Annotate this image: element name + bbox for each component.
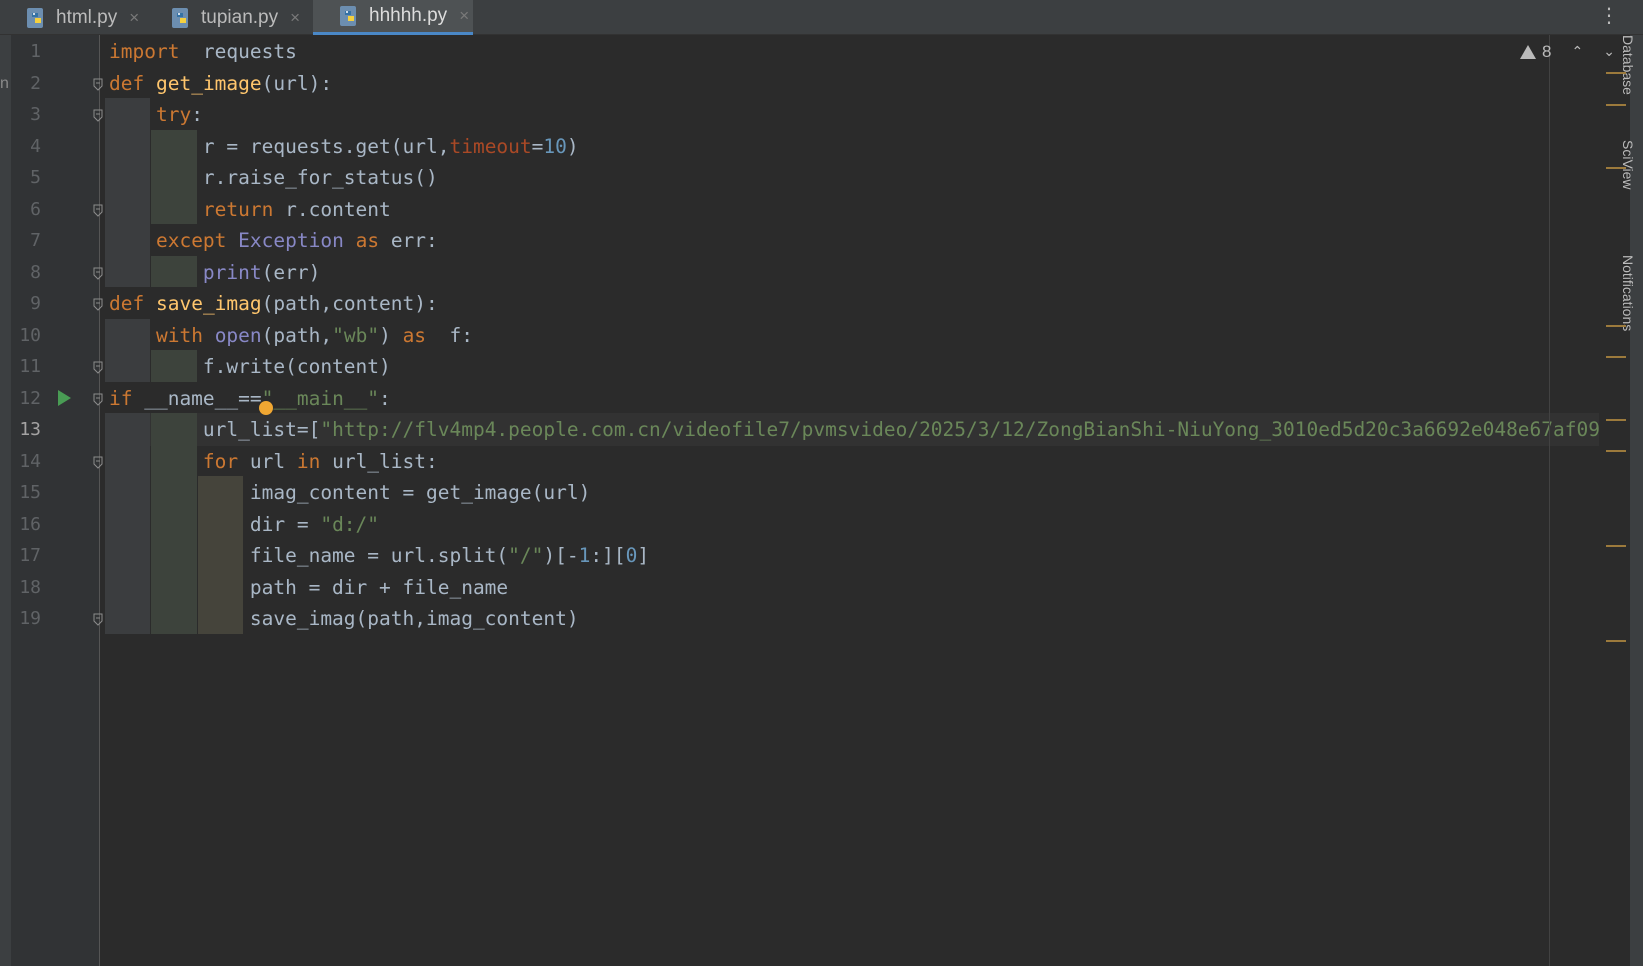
line-number: 13 [19,419,41,440]
tab-hhhhh-py[interactable]: hhhhh.py × [313,0,473,35]
warning-count: 8 [1542,42,1552,61]
inspection-widget[interactable]: 8 ⌃ ⌄ [1520,42,1615,62]
code-line[interactable]: def get_image(url): [109,67,332,100]
python-file-icon [340,6,356,26]
line-number: 19 [19,608,41,629]
tab-options-menu-icon[interactable]: ⋮ [1599,4,1619,26]
tab-label: hhhhh.py [369,5,448,26]
fold-marker-icon[interactable] [93,204,103,217]
left-tool-strip: n [0,35,11,966]
line-number: 7 [30,230,41,251]
line-number: 4 [30,135,41,157]
tab-tupian-py[interactable]: tupian.py × [145,0,310,35]
warning-stripe-mark[interactable] [1606,325,1626,327]
line-number: 2 [30,72,41,94]
tab-close-icon[interactable]: × [129,8,139,28]
left-strip-label: n [0,75,9,92]
database-tool-button[interactable]: Database [1620,35,1636,95]
previous-highlight-icon[interactable]: ⌃ [1571,44,1583,60]
fold-marker-icon[interactable] [93,78,103,91]
fold-marker-icon[interactable] [93,393,103,406]
sciview-tool-button[interactable]: SciView [1620,140,1636,190]
line-number: 5 [30,167,41,188]
code-line[interactable]: path = dir + file_name [109,571,508,604]
code-line[interactable]: f.write(content) [109,350,391,383]
code-line[interactable]: with open(path,"wb") as f: [109,319,473,352]
code-line[interactable]: r.raise_for_status() [109,161,438,194]
line-number: 12 [19,387,41,409]
line-number: 9 [30,293,41,314]
line-number: 16 [19,513,41,535]
code-line[interactable]: url_list=["http://flv4mp4.people.com.cn/… [109,413,1600,446]
code-line[interactable]: print(err) [109,256,320,289]
tab-close-icon[interactable]: × [290,8,300,28]
warning-stripe-mark[interactable] [1606,640,1626,642]
fold-marker-icon[interactable] [93,456,103,469]
intention-bulb-icon[interactable] [259,401,273,415]
code-line[interactable]: file_name = url.split("/")[-1:][0] [109,539,649,572]
fold-marker-icon[interactable] [93,361,103,374]
warning-stripe-mark[interactable] [1606,104,1626,106]
right-margin-guide [1549,35,1550,966]
code-line[interactable]: import requests [109,35,297,68]
code-editor[interactable]: import requests def get_image(url): try: … [105,35,1600,966]
python-file-icon [27,7,43,28]
line-number: 17 [19,545,41,566]
warning-stripe-mark[interactable] [1606,356,1626,358]
code-line[interactable]: imag_content = get_image(url) [109,476,590,509]
warning-icon [1520,45,1536,59]
code-line[interactable]: def save_imag(path,content): [109,287,438,320]
fold-marker-icon[interactable] [93,267,103,280]
warning-stripe-mark[interactable] [1606,419,1626,421]
fold-marker-icon[interactable] [93,109,103,122]
tab-close-icon[interactable]: × [459,6,469,26]
line-number: 15 [19,482,41,503]
warning-stripe-mark[interactable] [1606,545,1626,547]
line-number: 3 [30,104,41,125]
line-number: 14 [19,450,41,472]
right-tool-strip: Database SciView Notifications [1620,35,1643,966]
next-highlight-icon[interactable]: ⌄ [1603,44,1615,60]
fold-marker-icon[interactable] [93,613,103,626]
tab-label: html.py [56,6,118,28]
line-number: 6 [30,198,41,220]
warning-stripe-mark[interactable] [1606,72,1626,74]
notifications-tool-button[interactable]: Notifications [1620,255,1636,331]
code-line[interactable]: try: [109,98,203,131]
line-number: 8 [30,261,41,283]
warning-stripe-mark[interactable] [1606,167,1626,169]
fold-marker-icon[interactable] [93,298,103,311]
line-number: 18 [19,576,41,598]
code-line[interactable]: r = requests.get(url,timeout=10) [109,130,579,163]
code-line[interactable]: for url in url_list: [109,445,438,478]
code-line[interactable]: return r.content [109,193,391,226]
line-number: 11 [19,356,41,377]
line-number: 1 [30,41,41,62]
tab-html-py[interactable]: html.py × [0,0,160,35]
gutter-divider [99,35,100,966]
code-line[interactable]: save_imag(path,imag_content) [109,602,579,635]
run-icon[interactable] [58,389,71,406]
code-line[interactable]: except Exception as err: [109,224,438,257]
warning-stripe-mark[interactable] [1606,450,1626,452]
code-line[interactable]: if __name__=="__main__": [109,382,391,415]
line-number: 10 [19,324,41,346]
code-line[interactable]: dir = "d:/" [109,508,379,541]
tab-label: tupian.py [201,6,279,28]
python-file-icon [172,7,188,28]
editor-tab-bar: html.py × tupian.py × hhhhh.py × ⋮ [0,0,1643,35]
